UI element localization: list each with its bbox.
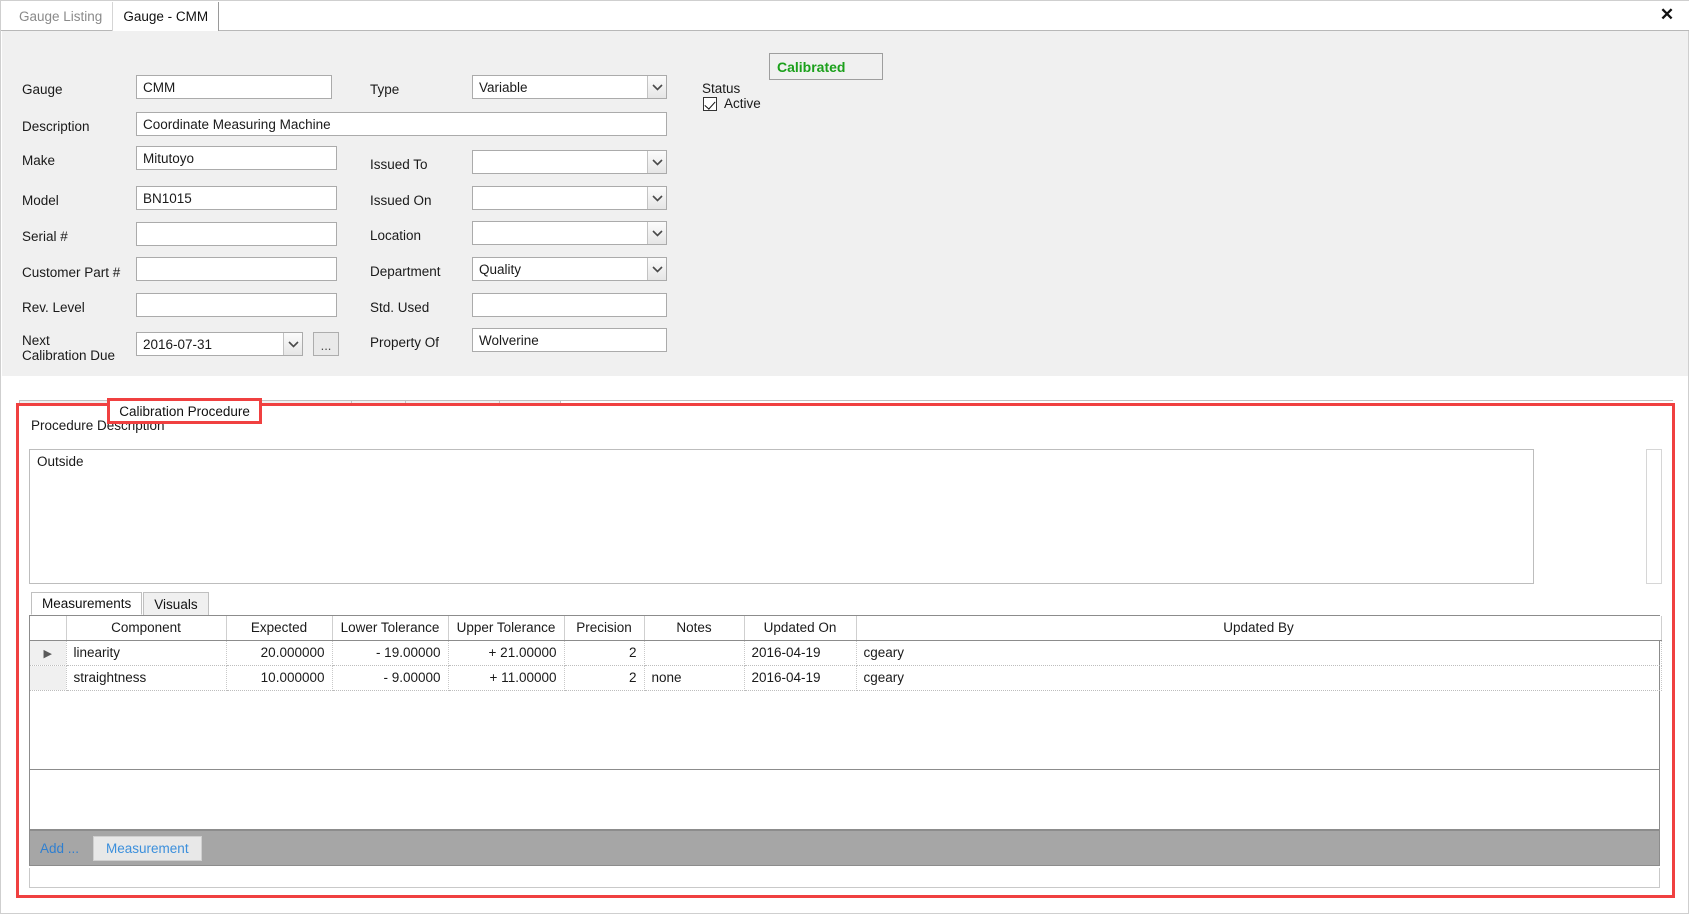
cell-notes[interactable]: [644, 640, 745, 666]
close-icon[interactable]: ✕: [1656, 4, 1678, 26]
chevron-down-icon[interactable]: [283, 333, 302, 355]
label-type: Type: [370, 82, 400, 97]
type-value: Variable: [479, 79, 528, 95]
label-rev-level: Rev. Level: [22, 300, 85, 315]
label-location: Location: [370, 228, 422, 243]
issued-to-combo[interactable]: [472, 150, 667, 174]
subtab-measurements[interactable]: Measurements: [31, 592, 143, 615]
grid-header-precision[interactable]: Precision: [564, 616, 645, 641]
table-row[interactable]: ▶ linearity 20.000000 - 19.00000 + 21.00…: [30, 640, 1662, 666]
cell-expected[interactable]: 20.000000: [226, 640, 333, 666]
label-property-of: Property Of: [370, 335, 440, 350]
label-make: Make: [22, 153, 56, 168]
chevron-down-icon[interactable]: [647, 76, 666, 98]
label-next-calibration-due: Next Calibration Due: [22, 333, 116, 363]
procedure-description-scrollbar[interactable]: [1646, 449, 1662, 584]
cell-updated-on[interactable]: 2016-04-19: [744, 640, 857, 666]
label-serial: Serial #: [22, 229, 68, 244]
current-row-arrow-icon: ▶: [43, 648, 52, 660]
next-calibration-due-browse-button[interactable]: ...: [313, 332, 339, 356]
procedure-description-textarea[interactable]: Outside: [29, 449, 1534, 584]
rev-level-input[interactable]: [136, 293, 337, 317]
tab-calibration-procedure[interactable]: Calibration Procedure: [107, 398, 262, 424]
gauge-input[interactable]: CMM: [136, 75, 332, 99]
panel-bottom-strip: [29, 868, 1660, 888]
description-input[interactable]: Coordinate Measuring Machine: [136, 112, 667, 136]
label-description: Description: [22, 119, 90, 134]
cell-expected[interactable]: 10.000000: [226, 665, 333, 691]
label-issued-on: Issued On: [370, 193, 432, 208]
chevron-down-icon[interactable]: [647, 151, 666, 173]
row-selector[interactable]: [30, 665, 67, 691]
add-measurement-button[interactable]: Measurement: [93, 835, 202, 861]
cell-upper-tolerance[interactable]: + 21.00000: [448, 640, 565, 666]
grid-header-updated-on[interactable]: Updated On: [744, 616, 857, 641]
grid-empty-area: [29, 770, 1660, 830]
label-model: Model: [22, 193, 59, 208]
cell-lower-tolerance[interactable]: - 19.00000: [332, 640, 449, 666]
chevron-down-icon[interactable]: [647, 187, 666, 209]
grid-header-selector: [30, 616, 67, 641]
label-gauge: Gauge: [22, 82, 63, 97]
location-combo[interactable]: [472, 221, 667, 245]
row-selector[interactable]: ▶: [30, 640, 67, 666]
grid-header-row: Component Expected Lower Tolerance Upper…: [30, 616, 1662, 641]
cell-lower-tolerance[interactable]: - 9.00000: [332, 665, 449, 691]
gauge-detail-window: Gauge Listing Gauge - CMM ✕ Gauge Descri…: [0, 0, 1689, 914]
gauge-form-panel: Gauge Description Make Model Serial # Cu…: [2, 31, 1688, 376]
grid-header-upper-tolerance[interactable]: Upper Tolerance: [448, 616, 565, 641]
customer-part-input[interactable]: [136, 257, 337, 281]
label-customer-part: Customer Part #: [22, 265, 121, 280]
document-tab-gauge-cmm[interactable]: Gauge - CMM: [113, 2, 220, 31]
cell-upper-tolerance[interactable]: + 11.00000: [448, 665, 565, 691]
model-input[interactable]: BN1015: [136, 186, 337, 210]
cell-precision[interactable]: 2: [564, 640, 645, 666]
add-link[interactable]: Add ...: [40, 841, 79, 856]
label-issued-to: Issued To: [370, 157, 428, 172]
department-combo[interactable]: Quality: [472, 257, 667, 281]
department-value: Quality: [479, 261, 522, 277]
make-input[interactable]: Mitutoyo: [136, 146, 337, 170]
serial-input[interactable]: [136, 222, 337, 246]
document-tabbar: Gauge Listing Gauge - CMM ✕: [1, 1, 1689, 31]
measurements-grid: Component Expected Lower Tolerance Upper…: [29, 615, 1662, 770]
cell-updated-by[interactable]: cgeary: [856, 665, 1662, 691]
table-row[interactable]: straightness 10.000000 - 9.00000 + 11.00…: [30, 665, 1662, 691]
cell-notes[interactable]: none: [644, 665, 745, 691]
label-std-used: Std. Used: [370, 300, 430, 315]
measurement-toolbar: Add ... Measurement: [29, 830, 1660, 866]
active-checkbox[interactable]: Active: [703, 96, 761, 111]
active-label: Active: [724, 96, 761, 111]
calibration-procedure-panel: Procedure Description Outside Measuremen…: [16, 403, 1675, 898]
grid-header-expected[interactable]: Expected: [226, 616, 333, 641]
property-of-input[interactable]: Wolverine: [472, 328, 667, 352]
cell-component[interactable]: straightness: [66, 665, 227, 691]
cell-precision[interactable]: 2: [564, 665, 645, 691]
subtab-visuals[interactable]: Visuals: [143, 592, 209, 615]
status-badge: Calibrated: [769, 53, 883, 80]
type-combo[interactable]: Variable: [472, 75, 667, 99]
checkmark-icon: [703, 96, 717, 111]
document-tabs: Gauge Listing Gauge - CMM: [9, 1, 220, 31]
calibration-procedure-content: Procedure Description Outside Measuremen…: [19, 406, 1672, 895]
chevron-down-icon[interactable]: [647, 222, 666, 244]
grid-header-lower-tolerance[interactable]: Lower Tolerance: [332, 616, 449, 641]
cell-updated-by[interactable]: cgeary: [856, 640, 1662, 666]
label-status: Status: [702, 81, 741, 96]
grid-header-notes[interactable]: Notes: [644, 616, 745, 641]
chevron-down-icon[interactable]: [647, 258, 666, 280]
next-calibration-due-combo[interactable]: 2016-07-31: [136, 332, 303, 356]
cell-component[interactable]: linearity: [66, 640, 227, 666]
std-used-input[interactable]: [472, 293, 667, 317]
cell-updated-on[interactable]: 2016-04-19: [744, 665, 857, 691]
grid-header-updated-by[interactable]: Updated By: [856, 616, 1662, 641]
issued-on-combo[interactable]: [472, 186, 667, 210]
label-department: Department: [370, 264, 441, 279]
grid-header-component[interactable]: Component: [66, 616, 227, 641]
measurement-subtabbar: Measurements Visuals: [31, 592, 210, 615]
next-calibration-due-value: 2016-07-31: [143, 336, 213, 352]
document-tab-gauge-listing[interactable]: Gauge Listing: [9, 2, 114, 31]
